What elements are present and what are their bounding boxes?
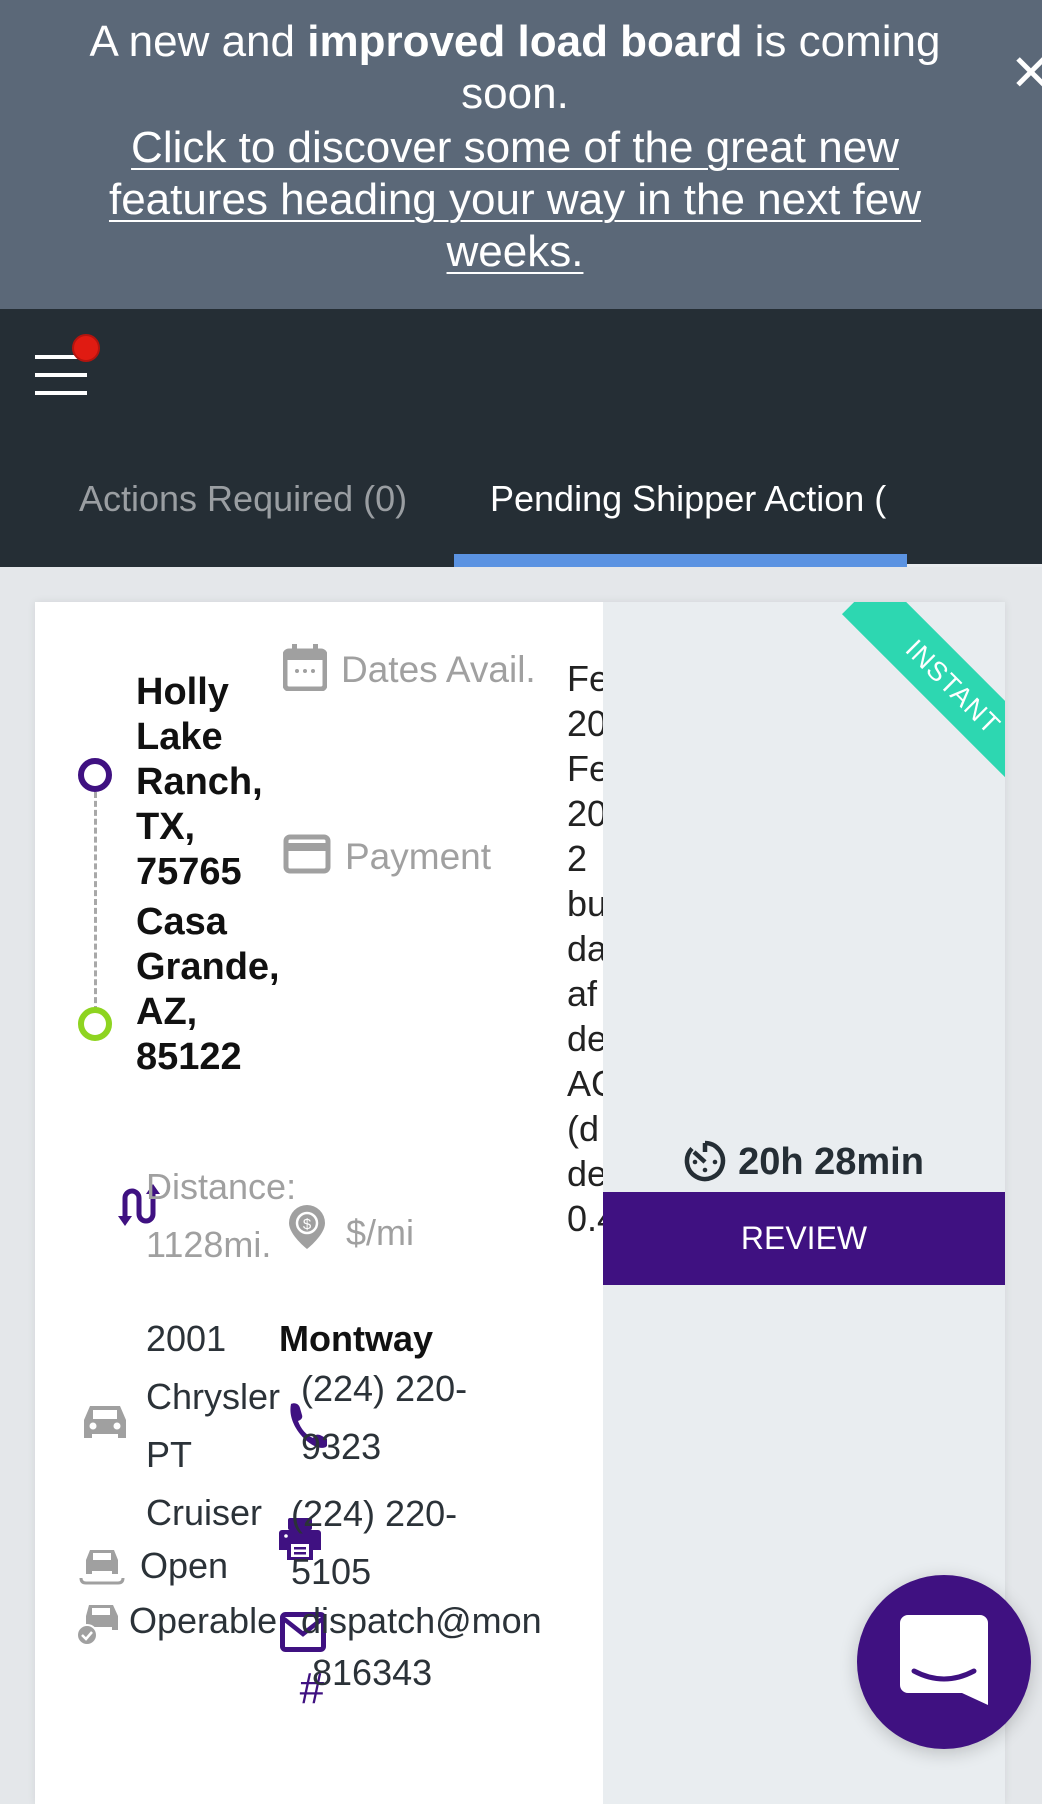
phone-number[interactable]: (224) 220-9323: [301, 1360, 481, 1476]
destination-city: Casa Grande, AZ, 85122: [136, 901, 280, 1078]
close-banner-button[interactable]: ✕: [1010, 48, 1042, 98]
vehicle-condition: Operable: [129, 1600, 278, 1641]
distance: Distance: 1128mi.: [146, 1166, 297, 1265]
vehicle-name: 2001 Chrysler PT Cruiser: [146, 1318, 281, 1533]
operable-car-icon: [76, 1605, 118, 1646]
instant-badge: INSTANT: [841, 602, 1005, 799]
fax-number: (224) 220-5105: [291, 1493, 458, 1592]
app-header: Actions Required (0) Pending Shipper Act…: [0, 309, 1042, 667]
hamburger-icon-bar: [35, 373, 87, 377]
email-address[interactable]: dispatch@mon: [301, 1592, 603, 1650]
payment-label: Payment: [283, 834, 491, 878]
destination-marker-icon: [78, 1007, 112, 1041]
review-button[interactable]: REVIEW: [603, 1192, 1005, 1285]
route-line: [94, 792, 97, 1012]
notification-dot: [72, 334, 100, 362]
dates-available-value: Fe 20 Fe 20: [567, 658, 603, 834]
menu-button[interactable]: [35, 334, 100, 395]
chat-launcher-button[interactable]: [857, 1575, 1031, 1749]
svg-text:$: $: [303, 1216, 312, 1233]
countdown-timer: 20h 28min: [603, 1137, 1005, 1187]
payment-terms-value: 2 bu da af de AC (d de 0.4: [567, 838, 603, 1239]
chat-bubble-icon: [900, 1615, 988, 1705]
timer-icon: [684, 1140, 726, 1182]
tab-bar: Actions Required (0) Pending Shipper Act…: [0, 459, 1042, 667]
hamburger-icon-bar: [35, 391, 87, 395]
tab-pending-shipper-action[interactable]: Pending Shipper Action (: [490, 459, 905, 567]
announcement-banner: A new and improved load board is coming …: [0, 0, 1042, 309]
tab-baseline: [907, 564, 1042, 567]
discover-features-link[interactable]: Click to discover some of the great new …: [80, 122, 950, 278]
load-card[interactable]: Holly Lake Ranch, TX, 75765 Casa Grande,…: [35, 602, 1005, 1804]
close-icon: ✕: [1010, 45, 1042, 101]
open-trailer-icon: [79, 1550, 125, 1585]
trailer-type: Open: [140, 1545, 229, 1586]
price-per-mile: $/mi: [346, 1212, 415, 1253]
order-id: 816343: [312, 1652, 433, 1693]
active-tab-indicator: [454, 554, 907, 567]
origin-city: Holly Lake Ranch, TX, 75765: [136, 671, 263, 893]
banner-headline-bold: improved load board: [307, 17, 743, 66]
banner-headline: A new and improved load board is coming …: [89, 17, 941, 118]
dates-available-label: Dates Avail.: [282, 644, 536, 692]
tab-actions-required[interactable]: Actions Required (0): [79, 459, 439, 567]
car-icon: [84, 1406, 126, 1438]
calendar-icon: [282, 644, 328, 692]
credit-card-icon: [283, 834, 331, 874]
price-location-icon: $: [289, 1205, 325, 1249]
origin-marker-icon: [78, 758, 112, 792]
